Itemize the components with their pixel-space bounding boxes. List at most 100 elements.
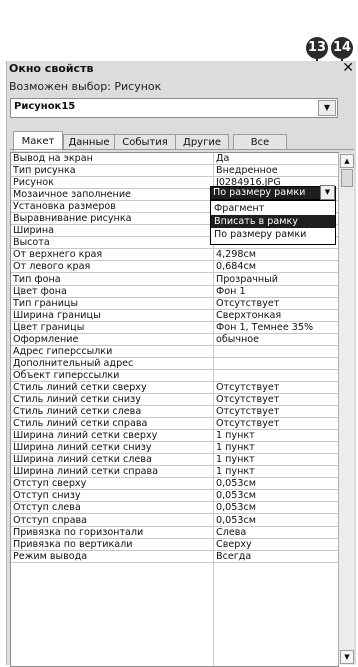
tab-data[interactable]: Данные: [63, 134, 115, 150]
property-row[interactable]: Ширина линий сетки слева 1 пункт: [11, 454, 338, 467]
property-name: Стиль линий сетки сверху: [13, 381, 147, 393]
property-name: Отступ снизу: [13, 490, 81, 502]
scroll-down-icon[interactable]: ▼: [340, 650, 354, 664]
selection-type-label: Возможен выбор: Рисунок: [9, 80, 162, 93]
object-select-value: Рисунок15: [14, 101, 76, 112]
property-value[interactable]: Всегда: [216, 551, 336, 562]
property-value[interactable]: 1 пункт: [216, 430, 336, 441]
object-select[interactable]: Рисунок15 ▼: [10, 98, 338, 118]
property-row[interactable]: Привязка по вертикали Сверху: [11, 539, 338, 551]
property-name: Выравнивание рисунка: [13, 213, 132, 225]
property-name: Ширина линий сетки справа: [13, 466, 159, 478]
property-value[interactable]: Отсутствует: [216, 298, 336, 309]
property-name: Тип рисунка: [13, 165, 76, 177]
callout-14-marker: 14: [331, 37, 353, 59]
size-mode-option-stretch[interactable]: По размеру рамки: [211, 228, 335, 241]
property-name: Отступ сверху: [13, 478, 87, 490]
title-bar: Окно свойств ✕: [7, 60, 356, 77]
property-row[interactable]: Отступ справа 0,053см: [11, 515, 338, 527]
property-row[interactable]: Режим вывода Всегда: [11, 551, 338, 563]
property-row[interactable]: Отступ слева 0,053см: [11, 502, 338, 515]
property-value[interactable]: Отсутствует: [216, 418, 336, 429]
close-icon[interactable]: ✕: [342, 60, 354, 76]
property-row[interactable]: Стиль линий сетки слева Отсутствует: [11, 406, 338, 419]
property-value[interactable]: Сверхтонкая: [216, 310, 336, 321]
property-value[interactable]: 1 пункт: [216, 442, 336, 453]
property-value[interactable]: Прозрачный: [216, 274, 336, 285]
property-row[interactable]: Стиль линий сетки справа Отсутствует: [11, 418, 338, 431]
property-row[interactable]: Отступ снизу 0,053см: [11, 490, 338, 503]
size-mode-combo[interactable]: По размеру рамки: [210, 186, 336, 200]
property-row[interactable]: Цвет границы Фон 1, Темнее 35%: [11, 322, 338, 334]
property-row[interactable]: Тип фона Прозрачный: [11, 274, 338, 286]
property-name: Цвет границы: [13, 321, 85, 333]
property-row[interactable]: Вывод на экран Да: [11, 153, 338, 165]
scroll-up-icon[interactable]: ▲: [340, 154, 354, 168]
property-value[interactable]: 4,298см: [216, 249, 336, 260]
property-name: Отступ справа: [13, 514, 88, 526]
tab-all[interactable]: Все: [233, 134, 287, 150]
property-row[interactable]: Привязка по горизонтали Слева: [11, 527, 338, 539]
property-name: Рисунок: [13, 177, 54, 189]
property-row[interactable]: Ширина границы Сверхтонкая: [11, 310, 338, 322]
tab-events[interactable]: События: [114, 134, 176, 150]
property-value[interactable]: 0,053см: [216, 490, 336, 501]
property-value[interactable]: Да: [216, 153, 336, 164]
property-value[interactable]: Сверху: [216, 539, 336, 550]
property-row[interactable]: Стиль линий сетки снизу Отсутствует: [11, 394, 338, 406]
property-row[interactable]: Отступ сверху 0,053см: [11, 478, 338, 491]
property-name: Высота: [13, 237, 50, 249]
property-value[interactable]: Фон 1, Темнее 35%: [216, 322, 336, 333]
property-row[interactable]: Ширина линий сетки справа 1 пункт: [11, 466, 338, 479]
property-value[interactable]: Внедренное: [216, 165, 336, 176]
property-sheet-window: Окно свойств ✕ Возможен выбор: Рисунок Р…: [6, 60, 356, 667]
property-value[interactable]: 1 пункт: [216, 454, 336, 465]
property-row[interactable]: Объект гиперссылки: [11, 370, 338, 382]
property-name: Установка размеров: [13, 201, 116, 213]
property-row[interactable]: Тип границы Отсутствует: [11, 298, 338, 310]
property-value[interactable]: 0,053см: [216, 478, 336, 489]
property-value[interactable]: 0,053см: [216, 515, 336, 526]
property-name: Цвет фона: [13, 285, 67, 297]
size-mode-option-zoom[interactable]: Вписать в рамку: [211, 215, 335, 228]
property-name: Адрес гиперссылки: [13, 345, 113, 357]
property-name: Привязка по вертикали: [13, 538, 133, 550]
property-value[interactable]: 1 пункт: [216, 466, 336, 477]
property-row[interactable]: Ширина линий сетки снизу 1 пункт: [11, 442, 338, 455]
chevron-down-icon[interactable]: ▼: [318, 100, 336, 116]
property-value[interactable]: Отсутствует: [216, 382, 336, 393]
property-row[interactable]: Ширина линий сетки сверху 1 пункт: [11, 430, 338, 443]
chevron-down-icon[interactable]: ▼: [320, 185, 335, 200]
property-value[interactable]: 0,053см: [216, 502, 336, 513]
property-row[interactable]: Стиль линий сетки сверху Отсутствует: [11, 382, 338, 394]
property-row[interactable]: От верхнего края 4,298см: [11, 249, 338, 262]
property-row[interactable]: Тип рисунка Внедренное: [11, 165, 338, 178]
property-name: Тип границы: [13, 297, 79, 309]
tab-other[interactable]: Другие: [175, 134, 229, 150]
property-row[interactable]: Адрес гиперссылки: [11, 346, 338, 358]
property-value[interactable]: Отсутствует: [216, 406, 336, 417]
vertical-scrollbar[interactable]: ▲ ▼: [338, 153, 354, 665]
property-name: Ширина границы: [13, 309, 101, 321]
property-name: Ширина линий сетки снизу: [13, 442, 152, 454]
property-name: Дополнительный адрес: [13, 357, 134, 369]
callout-13-marker: 13: [306, 37, 328, 59]
property-row[interactable]: Цвет фона Фон 1: [11, 286, 338, 298]
size-mode-current-value: По размеру рамки: [213, 187, 306, 198]
property-row[interactable]: Дополнительный адрес: [11, 358, 338, 370]
property-row[interactable]: От левого края 0,684см: [11, 261, 338, 274]
tab-divider: [10, 149, 354, 150]
tab-layout[interactable]: Макет: [13, 131, 63, 151]
property-value[interactable]: обычное: [216, 334, 336, 345]
size-mode-option-clip[interactable]: Фрагмент: [211, 202, 335, 215]
property-name: Стиль линий сетки снизу: [13, 394, 141, 405]
property-name: Стиль линий сетки слева: [13, 406, 142, 418]
window-title: Окно свойств: [9, 62, 94, 75]
property-value[interactable]: Отсутствует: [216, 394, 336, 405]
property-value[interactable]: Фон 1: [216, 286, 336, 297]
property-name: Мозаичное заполнение: [13, 189, 131, 201]
scroll-thumb[interactable]: [341, 169, 353, 187]
property-value[interactable]: Слева: [216, 527, 336, 538]
property-value[interactable]: 0,684см: [216, 261, 336, 272]
property-row[interactable]: Оформление обычное: [11, 334, 338, 346]
